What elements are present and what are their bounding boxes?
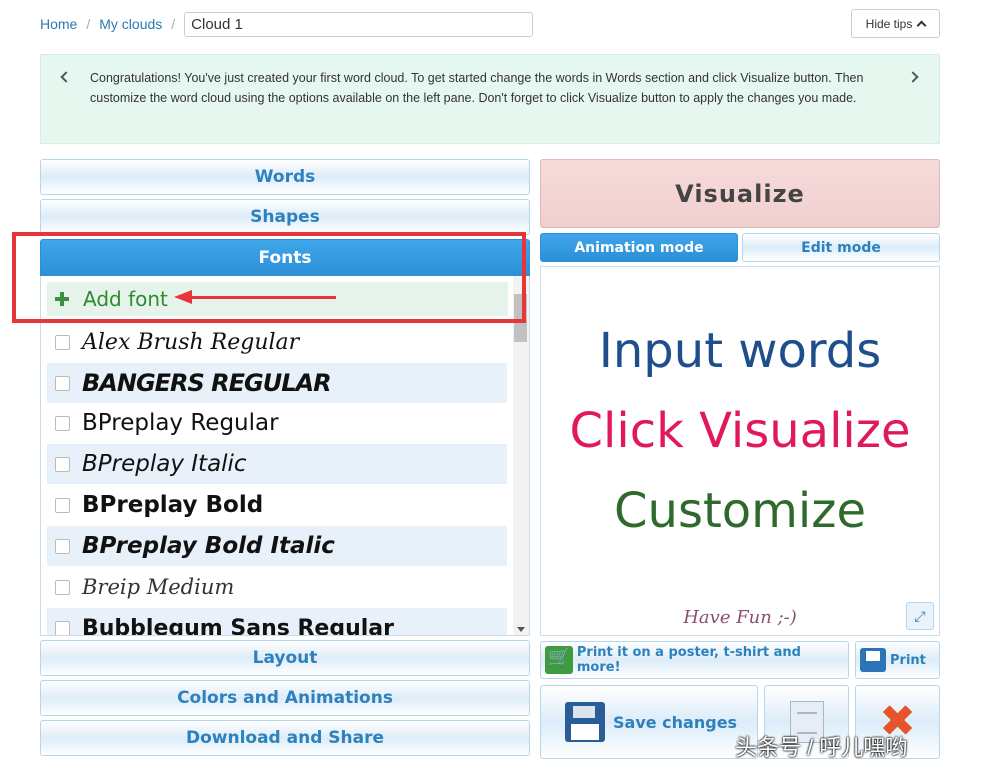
print-poster-button[interactable]: Print it on a poster, t-shirt and more! [540, 641, 849, 679]
cloud-name-input[interactable] [184, 11, 534, 37]
breadcrumb-home[interactable]: Home [40, 16, 77, 32]
font-item[interactable]: BPreplay Regular [47, 403, 507, 443]
watermark: 头条号 / 呼儿嘿哟 [735, 735, 908, 760]
chevron-up-icon [916, 20, 927, 31]
breadcrumb-separator: / [171, 16, 176, 32]
font-list-scrollbar[interactable] [513, 276, 529, 635]
section-words[interactable]: Words [40, 159, 530, 195]
tab-edit-mode[interactable]: Edit mode [742, 233, 940, 262]
section-download-share[interactable]: Download and Share [40, 720, 530, 756]
scroll-down-icon[interactable] [517, 627, 525, 632]
font-checkbox[interactable] [55, 579, 70, 595]
font-item[interactable]: BPreplay Bold Italic [47, 526, 507, 566]
font-item[interactable]: Bubblegum Sans Regular [47, 608, 507, 636]
word-cloud-canvas[interactable]: Input words Click Visualize Customize Ha… [540, 266, 940, 636]
font-checkbox[interactable] [55, 497, 70, 513]
tip-box: Congratulations! You've just created you… [40, 54, 940, 144]
font-name: BPreplay Bold Italic [82, 533, 335, 559]
tip-text: Congratulations! You've just created you… [90, 71, 864, 105]
cloud-word: Click Visualize [569, 403, 911, 459]
font-name: Breip Medium [82, 575, 235, 599]
font-checkbox[interactable] [55, 538, 70, 554]
font-name: BPreplay Regular [82, 410, 279, 436]
font-name: Alex Brush Regular [82, 329, 300, 355]
font-name: BPreplay Bold [82, 492, 264, 518]
hide-tips-label: Hide tips [865, 16, 913, 31]
print-poster-label: Print it on a poster, t-shirt and more! [576, 645, 801, 675]
chevron-left-icon[interactable] [60, 71, 72, 83]
fullscreen-icon[interactable]: ⤢ [906, 602, 934, 630]
section-colors-animations[interactable]: Colors and Animations [40, 680, 530, 716]
font-list: Add font Alex Brush Regular BANGERS REGU… [40, 276, 530, 636]
tab-animation-mode[interactable]: Animation mode [540, 233, 738, 262]
font-item[interactable]: BANGERS REGULAR [47, 363, 507, 403]
annotation-highlight-box [12, 232, 526, 323]
font-checkbox[interactable] [55, 375, 70, 391]
hide-tips-button[interactable]: Hide tips [851, 9, 940, 38]
section-shapes[interactable]: Shapes [40, 199, 530, 235]
breadcrumb: Home / My clouds / [40, 11, 534, 37]
font-checkbox[interactable] [55, 415, 70, 431]
cloud-word: Input words [598, 323, 882, 379]
font-name: BPreplay Italic [82, 451, 247, 477]
font-checkbox[interactable] [55, 334, 70, 350]
cloud-word: Have Fun ;-) [683, 607, 797, 628]
breadcrumb-separator: / [86, 16, 91, 32]
shopping-cart-icon [545, 646, 573, 674]
font-item[interactable]: Alex Brush Regular [47, 322, 507, 362]
save-changes-label: Save changes [613, 712, 738, 732]
font-checkbox[interactable] [55, 456, 70, 472]
floppy-disk-icon [565, 702, 605, 742]
visualize-button[interactable]: Visualize [540, 159, 940, 228]
annotation-arrow-head [174, 290, 192, 304]
annotation-arrow [190, 296, 336, 299]
font-checkbox[interactable] [55, 620, 70, 635]
section-layout[interactable]: Layout [40, 640, 530, 676]
font-item[interactable]: Breip Medium [47, 567, 507, 607]
print-label: Print [890, 652, 926, 668]
printer-icon [860, 648, 886, 672]
save-changes-button[interactable]: Save changes [540, 685, 758, 759]
cloud-word: Customize [614, 483, 866, 539]
chevron-right-icon[interactable] [907, 71, 919, 83]
font-item[interactable]: BPreplay Bold [47, 485, 507, 525]
font-name: Bubblegum Sans Regular [82, 615, 394, 636]
print-button[interactable]: Print [855, 641, 940, 679]
font-item[interactable]: BPreplay Italic [47, 444, 507, 484]
font-name: BANGERS REGULAR [82, 369, 332, 397]
breadcrumb-my-clouds[interactable]: My clouds [99, 16, 162, 32]
